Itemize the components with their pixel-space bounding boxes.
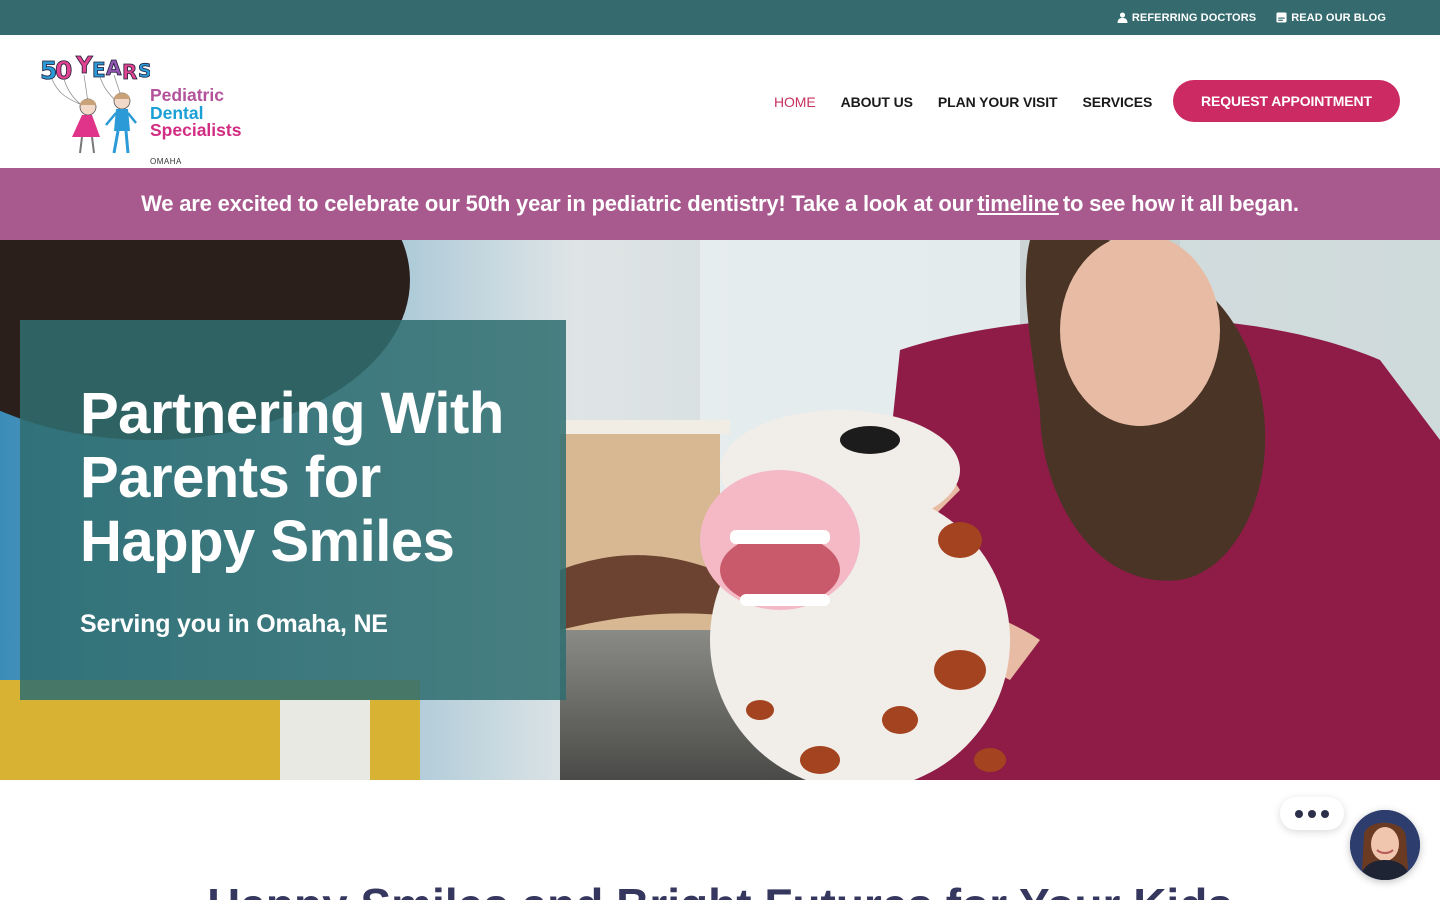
nav-plan-your-visit[interactable]: PLAN YOUR VISIT	[938, 94, 1058, 110]
main-nav: HOME ABOUT US PLAN YOUR VISIT SERVICES	[774, 35, 1152, 168]
nav-home[interactable]: HOME	[774, 94, 816, 110]
announcement-text-after: to see how it all began.	[1062, 191, 1299, 216]
site-logo[interactable]: 5 0 Y E A R S Pediatric Dental Specialis…	[38, 49, 250, 166]
section-heading: Happy Smiles and Bright Futures for Your…	[0, 880, 1440, 900]
announcement-banner: We are excited to celebrate our 50th yea…	[0, 168, 1440, 240]
more-dots-icon	[1295, 809, 1303, 818]
logo-line-3: Specialists	[150, 120, 242, 140]
chat-avatar-button[interactable]	[1350, 810, 1420, 880]
logo-wordmark: Pediatric Dental Specialists	[150, 85, 250, 140]
svg-text:E: E	[92, 58, 106, 82]
referring-doctors-link[interactable]: REFERRING DOCTORS	[1117, 12, 1256, 24]
svg-text:0: 0	[55, 56, 72, 85]
timeline-link[interactable]: timeline	[973, 191, 1063, 217]
hero-section: Partnering With Parents for Happy Smiles…	[0, 240, 1440, 780]
utility-bar: REFERRING DOCTORS READ OUR BLOG	[0, 0, 1440, 35]
read-our-blog-label: READ OUR BLOG	[1291, 11, 1386, 24]
hero-card: Partnering With Parents for Happy Smiles…	[20, 320, 566, 700]
user-icon	[1117, 12, 1128, 23]
logo-city: OMAHA	[150, 157, 182, 166]
more-dots-icon	[1321, 809, 1329, 818]
nav-about-us[interactable]: ABOUT US	[841, 94, 913, 110]
logo-line-1: Pediatric	[150, 85, 224, 105]
more-dots-icon	[1308, 809, 1316, 818]
svg-text:R: R	[122, 60, 137, 84]
request-appointment-button[interactable]: REQUEST APPOINTMENT	[1173, 80, 1400, 122]
hero-subtitle: Serving you in Omaha, NE	[80, 610, 388, 638]
svg-text:S: S	[138, 60, 150, 82]
hero-title: Partnering With Parents for Happy Smiles	[80, 381, 504, 574]
site-header: 5 0 Y E A R S Pediatric Dental Specialis…	[0, 35, 1440, 168]
logo-graphic: 5 0 Y E A R S	[40, 53, 150, 154]
blog-icon	[1276, 12, 1287, 23]
chat-more-button[interactable]	[1280, 797, 1344, 830]
nav-services[interactable]: SERVICES	[1083, 94, 1153, 110]
svg-text:A: A	[106, 56, 122, 80]
read-our-blog-link[interactable]: READ OUR BLOG	[1276, 12, 1386, 24]
agent-avatar-icon	[1350, 810, 1420, 880]
announcement-text-before: We are excited to celebrate our 50th yea…	[141, 191, 974, 216]
utility-links: REFERRING DOCTORS READ OUR BLOG	[1117, 0, 1386, 35]
referring-doctors-label: REFERRING DOCTORS	[1131, 11, 1257, 24]
